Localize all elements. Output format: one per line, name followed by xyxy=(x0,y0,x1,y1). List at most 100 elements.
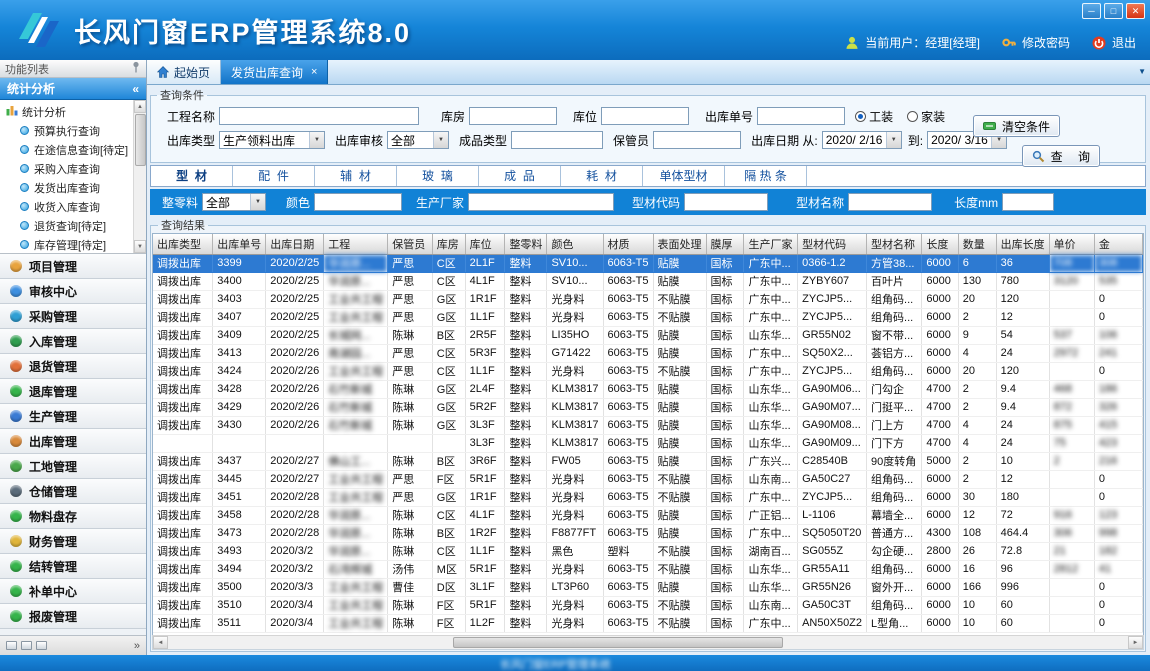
sidebar-item-finance-management[interactable]: 财务管理 xyxy=(0,529,146,554)
table-row[interactable]: 调拨出库34302020/2/26石竹新城陈琳G区3L3F整料KLM381760… xyxy=(153,416,1143,434)
dropdown-arrow-icon[interactable]: ▼ xyxy=(250,194,265,210)
sidebar-item-storage-management[interactable]: 仓储管理 xyxy=(0,479,146,504)
length-mm-input[interactable] xyxy=(1002,193,1054,211)
material-tab-finished[interactable]: 成 品 xyxy=(479,166,561,186)
table-row[interactable]: 调拨出库34512020/2/28工业共工程严思G区1R1F整料光身料6063-… xyxy=(153,488,1143,506)
pin-icon[interactable] xyxy=(131,61,141,76)
table-row[interactable]: 调拨出库34292020/2/26石竹新城陈琳G区5R2F整料KLM381760… xyxy=(153,398,1143,416)
color-input[interactable] xyxy=(314,193,402,211)
date-from-picker[interactable]: 2020/ 2/16▼ xyxy=(822,131,902,149)
home-decor-radio[interactable] xyxy=(907,111,918,122)
collapse-icon[interactable]: « xyxy=(132,82,139,96)
sidebar-group-statistics[interactable]: 统计分析 « xyxy=(0,78,146,100)
table-row[interactable]: 调拨出库34932020/3/2华润原...陈琳C区1L1F整料黑色塑料不贴膜国… xyxy=(153,542,1143,560)
maximize-button[interactable]: □ xyxy=(1104,3,1123,19)
tree-item-budget-execution-query[interactable]: 预算执行查询 xyxy=(0,121,133,140)
table-row[interactable]: 调拨出库35112020/3/4工业共工程陈琳F区1L2F整料光身料6063-T… xyxy=(153,614,1143,632)
sidebar-item-return-goods-management[interactable]: 退货管理 xyxy=(0,354,146,379)
material-tab-glass[interactable]: 玻 璃 xyxy=(397,166,479,186)
minimize-button[interactable]: ─ xyxy=(1082,3,1101,19)
material-tab-auxiliary[interactable]: 辅 材 xyxy=(315,166,397,186)
column-header[interactable]: 金 xyxy=(1094,234,1142,254)
tree-item-return-query[interactable]: 退货查询[待定] xyxy=(0,216,133,235)
column-header[interactable]: 数量 xyxy=(958,234,996,254)
table-row[interactable]: 调拨出库34032020/2/25工业共工程严思G区1R1F整料光身料6063-… xyxy=(153,290,1143,308)
tab-close-icon[interactable]: × xyxy=(311,66,317,78)
home-decor-radio-label[interactable]: 家装 xyxy=(921,108,945,125)
custodian-input[interactable] xyxy=(653,131,741,149)
table-row[interactable]: 调拨出库35102020/3/4工业共工程陈琳F区5R1F整料光身料6063-T… xyxy=(153,596,1143,614)
scroll-left-icon[interactable]: ◄ xyxy=(153,636,168,649)
tooling-radio-label[interactable]: 工装 xyxy=(869,108,893,125)
location-input[interactable] xyxy=(601,107,689,125)
material-tab-accessory[interactable]: 配 件 xyxy=(233,166,315,186)
scroll-right-icon[interactable]: ► xyxy=(1128,636,1143,649)
tree-item-in-transit-info-query[interactable]: 在途信息查询[待定] xyxy=(0,140,133,159)
overflow-chevron-icon[interactable]: » xyxy=(134,640,140,652)
outbound-audit-select[interactable]: 全部▼ xyxy=(387,131,449,149)
table-row[interactable]: 调拨出库34582020/2/28华润原...陈琳C区4L1F整料光身料6063… xyxy=(153,506,1143,524)
search-button[interactable]: 查 询 xyxy=(1022,145,1100,167)
column-header[interactable]: 材质 xyxy=(603,234,653,254)
column-header[interactable]: 出库类型 xyxy=(153,234,213,254)
sidebar-item-material-inventory[interactable]: 物料盘存 xyxy=(0,504,146,529)
order-no-input[interactable] xyxy=(757,107,845,125)
column-header[interactable]: 膜厚 xyxy=(706,234,744,254)
warehouse-input[interactable] xyxy=(469,107,557,125)
horizontal-scrollbar[interactable]: ◄ ► xyxy=(152,635,1144,650)
tab-list-dropdown-icon[interactable]: ▼ xyxy=(1138,67,1146,76)
column-header[interactable]: 工程 xyxy=(324,234,388,254)
table-row[interactable]: 调拨出库34372020/2/27佛山工...陈琳B区3R6F整料FW05606… xyxy=(153,452,1143,470)
material-tab-insulation-strip[interactable]: 隔 热 条 xyxy=(725,166,807,186)
column-header[interactable]: 长度 xyxy=(922,234,958,254)
column-header[interactable]: 型材名称 xyxy=(867,234,922,254)
manufacturer-input[interactable] xyxy=(468,193,614,211)
tree-scrollbar-thumb[interactable] xyxy=(135,114,146,166)
table-row[interactable]: 调拨出库34452020/2/27工业共工程严思F区5R1F整料光身料6063-… xyxy=(153,470,1143,488)
table-row[interactable]: 调拨出库34242020/2/26工业共工程严思C区1L1F整料光身料6063-… xyxy=(153,362,1143,380)
table-row[interactable]: 调拨出库35002020/3/3工业共工程曹佳D区3L1F整料LT3P60606… xyxy=(153,578,1143,596)
column-header[interactable]: 颜色 xyxy=(547,234,603,254)
table-row[interactable]: 调拨出库33992020/2/25华润原...严思C区2L1F整料SV10...… xyxy=(153,254,1143,272)
column-header[interactable]: 出库长度 xyxy=(996,234,1049,254)
footer-panel-icon[interactable] xyxy=(6,641,17,650)
profile-code-input[interactable] xyxy=(684,193,768,211)
sidebar-item-outbound-management[interactable]: 出库管理 xyxy=(0,429,146,454)
table-row[interactable]: 调拨出库34942020/3/2石湾辉城汤伟M区5R1F整料光身料6063-T5… xyxy=(153,560,1143,578)
sidebar-item-purchasing-management[interactable]: 采购管理 xyxy=(0,304,146,329)
tree-item-purchase-inbound-query[interactable]: 采购入库查询 xyxy=(0,159,133,178)
column-header[interactable]: 出库日期 xyxy=(266,234,324,254)
close-button[interactable]: ✕ xyxy=(1126,3,1145,19)
scroll-up-icon[interactable]: ▲ xyxy=(134,100,146,113)
sidebar-item-site-management[interactable]: 工地管理 xyxy=(0,454,146,479)
scroll-down-icon[interactable]: ▼ xyxy=(134,240,146,253)
clear-conditions-button[interactable]: 清空条件 xyxy=(973,115,1060,137)
column-header[interactable]: 表面处理 xyxy=(653,234,706,254)
column-header[interactable]: 出库单号 xyxy=(213,234,266,254)
tab-shipping-outbound-query[interactable]: 发货出库查询 × xyxy=(221,60,328,84)
table-row[interactable]: 调拨出库34132020/2/26南湖园...严思C区5R3F整料G714226… xyxy=(153,344,1143,362)
table-row[interactable]: 调拨出库34732020/2/28华润原...陈琳B区1R2F整料F8877FT… xyxy=(153,524,1143,542)
footer-folder-icon[interactable] xyxy=(21,641,32,650)
column-header[interactable]: 保管员 xyxy=(388,234,433,254)
table-row[interactable]: 调拨出库34072020/2/25工业共工程严思G区1L1F整料光身料6063-… xyxy=(153,308,1143,326)
sidebar-item-project-management[interactable]: 项目管理 xyxy=(0,254,146,279)
table-row[interactable]: 调拨出库34002020/2/25华润原...严思C区4L1F整料SV10...… xyxy=(153,272,1143,290)
sidebar-item-scrap-management[interactable]: 报废管理 xyxy=(0,604,146,629)
column-header[interactable]: 库房 xyxy=(432,234,465,254)
tab-home[interactable]: 起始页 xyxy=(147,60,221,84)
logout-link[interactable]: 退出 xyxy=(1112,34,1136,51)
tree-root-statistics[interactable]: 统计分析 xyxy=(0,102,133,121)
tree-item-shipping-outbound-query[interactable]: 发货出库查询 xyxy=(0,178,133,197)
material-tab-consumable[interactable]: 耗 材 xyxy=(561,166,643,186)
column-header[interactable]: 库位 xyxy=(465,234,505,254)
table-row[interactable]: 3L3F整料KLM38176063-T5贴膜国标山东华...GA90M09...… xyxy=(153,434,1143,452)
dropdown-arrow-icon[interactable]: ▼ xyxy=(309,132,324,148)
tree-scrollbar[interactable]: ▲ ▼ xyxy=(133,100,146,253)
material-tab-profile[interactable]: 型 材 xyxy=(151,166,233,186)
column-header[interactable]: 生产厂家 xyxy=(744,234,798,254)
dropdown-arrow-icon[interactable]: ▼ xyxy=(886,132,901,148)
profile-name-input[interactable] xyxy=(848,193,932,211)
footer-computer-icon[interactable] xyxy=(36,641,47,650)
sidebar-item-warehouse-return-management[interactable]: 退库管理 xyxy=(0,379,146,404)
